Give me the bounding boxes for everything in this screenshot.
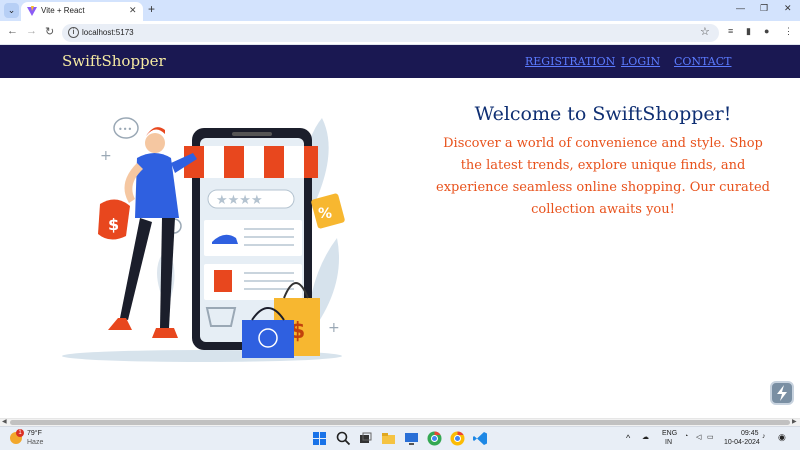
svg-text:•••: •••	[118, 125, 132, 134]
swiftshopper-float-button[interactable]	[770, 381, 794, 405]
scroll-right-arrow[interactable]: ▶	[792, 418, 797, 425]
chrome-icon[interactable]	[427, 431, 442, 446]
search-icon[interactable]	[336, 431, 351, 446]
minimize-button[interactable]: —	[736, 3, 745, 13]
info-icon[interactable]: i	[68, 27, 79, 38]
browser-tab-bar: ⌄ Vite + React ✕ + — ❐ ✕	[0, 0, 800, 21]
task-view-icon[interactable]	[358, 431, 373, 446]
tray-chevron-icon[interactable]: ^	[626, 433, 630, 443]
nav-login[interactable]: LOGIN	[621, 55, 660, 68]
svg-text:%: %	[318, 206, 332, 222]
tab-search-icon[interactable]: ⌄	[4, 3, 19, 18]
chrome-icon[interactable]	[450, 431, 465, 446]
star-icon[interactable]: ☆	[700, 25, 710, 38]
new-tab-button[interactable]: +	[148, 2, 155, 16]
file-explorer-icon[interactable]	[381, 431, 396, 446]
scroll-left-arrow[interactable]: ◀	[2, 418, 7, 425]
language-indicator[interactable]: ENG	[662, 430, 677, 437]
weather-condition[interactable]: Haze	[27, 439, 43, 446]
address-bar[interactable]: i localhost:5173 ☆	[62, 24, 719, 42]
nav-contact[interactable]: CONTACT	[674, 55, 732, 68]
svg-text:$: $	[108, 215, 119, 234]
close-window-button[interactable]: ✕	[784, 3, 792, 14]
scrollbar-thumb[interactable]	[10, 420, 790, 425]
shopping-illustration: ★★★★ $ % ••• + + $	[62, 117, 345, 362]
tab-close-icon[interactable]: ✕	[129, 5, 137, 16]
side-panel-icon[interactable]: ▮	[746, 26, 751, 37]
restore-button[interactable]: ❐	[760, 3, 768, 14]
tab-title: Vite + React	[41, 6, 85, 15]
browser-toolbar: ← → ↻ i localhost:5173 ☆ ≡ ▮ ● ⋮	[0, 21, 800, 45]
forward-button[interactable]: →	[26, 25, 37, 37]
media-icon[interactable]: ≡	[728, 26, 733, 36]
clock-time[interactable]: 09:45	[741, 430, 759, 437]
hero-title: Welcome to SwiftShopper!	[474, 103, 732, 125]
volume-icon[interactable]: ◁	[696, 433, 701, 441]
notification-badge: 1	[16, 429, 24, 437]
nav-registration[interactable]: REGISTRATION	[525, 55, 615, 68]
vscode-icon[interactable]	[473, 431, 488, 446]
windows-taskbar: 1 79°F Haze ^ ☁ ENG IN ◔ ◁ ▭ 09:45 10-04…	[0, 426, 800, 450]
region-indicator[interactable]: IN	[665, 439, 672, 446]
back-button[interactable]: ←	[7, 25, 18, 37]
weather-temp[interactable]: 79°F	[27, 430, 42, 437]
svg-text:★★★★: ★★★★	[216, 193, 263, 208]
clock-date[interactable]: 10-04-2024	[724, 439, 760, 446]
network-tray-icon[interactable]: ☁	[642, 433, 649, 441]
browser-tab[interactable]: Vite + React ✕	[21, 2, 143, 21]
profile-icon[interactable]: ●	[764, 26, 769, 36]
url-text[interactable]: localhost:5173	[82, 28, 134, 37]
horizontal-scrollbar[interactable]: ◀ ▶	[0, 418, 800, 426]
copilot-icon[interactable]: ◉	[778, 432, 786, 443]
site-navbar: SwiftShopper REGISTRATION LOGIN CONTACT	[0, 45, 800, 78]
battery-icon[interactable]: ▭	[707, 433, 714, 441]
monitor-app-icon[interactable]	[404, 431, 419, 446]
vite-icon	[27, 6, 37, 16]
hero-description: Discover a world of convenience and styl…	[436, 136, 770, 217]
svg-text:+: +	[100, 148, 112, 164]
windows-start-icon[interactable]	[312, 431, 327, 446]
brand-logo[interactable]: SwiftShopper	[62, 52, 166, 70]
wifi-icon[interactable]: ◔	[684, 433, 688, 440]
reload-button[interactable]: ↻	[45, 25, 54, 38]
swiftshopper-float-icon	[777, 385, 787, 401]
notification-bell-icon[interactable]: ♪	[762, 433, 766, 440]
chrome-menu-icon[interactable]: ⋮	[784, 26, 793, 37]
svg-text:+: +	[328, 320, 340, 336]
